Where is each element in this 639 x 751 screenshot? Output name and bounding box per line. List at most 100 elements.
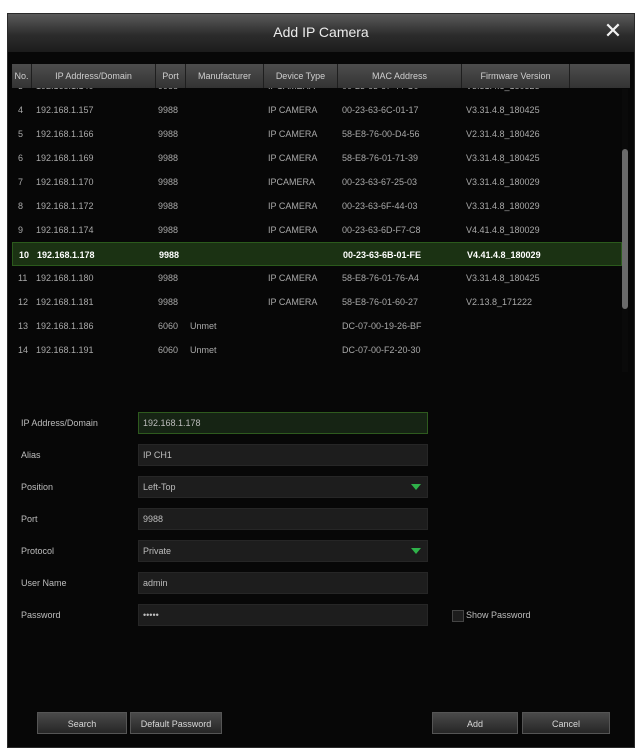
table-cell: Unmet bbox=[190, 321, 217, 331]
table-cell: IPCAMERA bbox=[268, 177, 316, 187]
col-header-spacer bbox=[570, 64, 630, 88]
table-row[interactable]: 4 192.168.1.157 9988 IP CAMERA 00-23-63-6C-0… bbox=[12, 98, 622, 122]
camera-table: No. IP Address/Domain Port Manufacturer … bbox=[12, 64, 630, 376]
table-cell: 6 bbox=[18, 153, 24, 163]
table-cell: 192.168.1.166 bbox=[36, 129, 94, 139]
alias-label: Alias bbox=[21, 450, 41, 460]
col-header-ip[interactable]: IP Address/Domain bbox=[32, 64, 156, 88]
table-cell: DC-07-00-F2-20-30 bbox=[342, 345, 421, 355]
username-label: User Name bbox=[21, 578, 67, 588]
table-cell: 192.168.1.140 bbox=[36, 88, 94, 98]
protocol-select[interactable]: Private bbox=[138, 540, 428, 562]
table-cell: 192.168.1.157 bbox=[36, 105, 94, 115]
table-cell: 3 bbox=[18, 88, 23, 98]
protocol-value: Private bbox=[143, 546, 172, 556]
table-row[interactable]: 5 192.168.1.166 9988 IP CAMERA 58-E8-76-00-D… bbox=[12, 122, 622, 146]
username-field[interactable]: admin bbox=[138, 572, 428, 594]
table-cell: 00-23-63-6B-01-FE bbox=[343, 250, 422, 260]
table-cell: 13 bbox=[18, 321, 29, 331]
col-header-mac[interactable]: MAC Address bbox=[338, 64, 462, 88]
table-body: 3 192.168.1.140 9988 IPCAMERA 00-23-63-67-44… bbox=[12, 88, 630, 376]
col-header-manufacturer[interactable]: Manufacturer bbox=[186, 64, 264, 88]
table-cell: 5 bbox=[18, 129, 24, 139]
table-row[interactable]: 7 192.168.1.170 9988 IPCAMERA 00-23-63-67-25… bbox=[12, 170, 622, 194]
table-cell: V3.31.4.8_180425 bbox=[466, 105, 540, 115]
table-cell: 192.168.1.178 bbox=[37, 250, 95, 260]
table-row[interactable]: 13 192.168.1.186 6060 Unmet DC-07-00-19-26-B… bbox=[12, 314, 622, 338]
chevron-down-icon bbox=[411, 484, 421, 490]
col-header-firmware[interactable]: Firmware Version bbox=[462, 64, 570, 88]
protocol-label: Protocol bbox=[21, 546, 55, 556]
table-cell: 10 bbox=[19, 250, 30, 260]
position-label: Position bbox=[21, 482, 54, 492]
table-cell: 00-23-63-6F-44-03 bbox=[342, 201, 418, 211]
table-row[interactable]: 9 192.168.1.174 9988 IP CAMERA 00-23-63-6D-F… bbox=[12, 218, 622, 242]
table-cell: 4 bbox=[18, 105, 24, 115]
table-cell: IP CAMERA bbox=[268, 225, 318, 235]
table-cell: IPCAMERA bbox=[268, 88, 315, 98]
table-cell: 192.168.1.170 bbox=[36, 177, 94, 187]
table-cell: DC-07-00-19-26-BF bbox=[342, 321, 422, 331]
table-row[interactable]: 8 192.168.1.172 9988 IP CAMERA 00-23-63-6F-4… bbox=[12, 194, 622, 218]
table-cell: 9 bbox=[18, 225, 24, 235]
table-cell: 58-E8-76-01-60-27 bbox=[342, 297, 419, 307]
table-cell: IP CAMERA bbox=[268, 153, 318, 163]
ip-address-field[interactable]: 192.168.1.178 bbox=[138, 412, 428, 434]
table-cell: V2.31.4.8_180426 bbox=[466, 129, 540, 139]
cancel-button[interactable]: Cancel bbox=[522, 712, 610, 734]
table-scrollbar[interactable] bbox=[622, 89, 628, 372]
table-row[interactable]: 6 192.168.1.169 9988 IP CAMERA 58-E8-76-01-7… bbox=[12, 146, 622, 170]
table-cell: 58-E8-76-01-71-39 bbox=[342, 153, 419, 163]
add-ip-camera-dialog: Add IP Camera ✕ No. IP Address/Domain Po… bbox=[7, 13, 635, 748]
port-label: Port bbox=[21, 514, 38, 524]
table-cell: 8 bbox=[18, 201, 24, 211]
table-cell: IP CAMERA bbox=[268, 129, 318, 139]
table-cell: 192.168.1.191 bbox=[36, 345, 94, 355]
table-row[interactable]: 11 192.168.1.180 9988 IP CAMERA 58-E8-76-01-… bbox=[12, 266, 622, 290]
add-button[interactable]: Add bbox=[432, 712, 518, 734]
table-cell: 58-E8-76-01-76-A4 bbox=[342, 273, 420, 283]
ip-label: IP Address/Domain bbox=[21, 418, 98, 428]
table-cell: 9988 bbox=[158, 273, 179, 283]
table-cell: 9988 bbox=[159, 250, 180, 260]
alias-field[interactable]: IP CH1 bbox=[138, 444, 428, 466]
table-cell: 192.168.1.169 bbox=[36, 153, 94, 163]
title-bar: Add IP Camera ✕ bbox=[8, 14, 634, 52]
table-cell: 192.168.1.172 bbox=[36, 201, 94, 211]
table-cell: Unmet bbox=[190, 345, 217, 355]
table-cell: IP CAMERA bbox=[268, 201, 318, 211]
port-field[interactable]: 9988 bbox=[138, 508, 428, 530]
password-label: Password bbox=[21, 610, 61, 620]
table-row[interactable]: 10 192.168.1.178 9988 00-23-63-6B-01-FE V4.4… bbox=[12, 242, 622, 266]
table-row[interactable]: 3 192.168.1.140 9988 IPCAMERA 00-23-63-67-44… bbox=[12, 88, 622, 98]
table-cell: 9988 bbox=[158, 153, 179, 163]
table-row[interactable]: 12 192.168.1.181 9988 IP CAMERA 58-E8-76-01-… bbox=[12, 290, 622, 314]
table-cell: 00-23-63-6D-F7-C8 bbox=[342, 225, 421, 235]
password-field[interactable]: ••••• bbox=[138, 604, 428, 626]
show-password-checkbox[interactable] bbox=[452, 610, 464, 622]
table-cell: V3.31.4.8_180525 bbox=[466, 88, 540, 98]
table-cell: 9988 bbox=[158, 177, 179, 187]
show-password-label[interactable]: Show Password bbox=[466, 610, 531, 620]
table-cell: 00-23-63-6C-01-17 bbox=[342, 105, 419, 115]
table-cell: 192.168.1.180 bbox=[36, 273, 94, 283]
search-button[interactable]: Search bbox=[37, 712, 127, 734]
table-cell: 192.168.1.181 bbox=[36, 297, 94, 307]
table-cell: IP CAMERA bbox=[268, 297, 318, 307]
position-select[interactable]: Left-Top bbox=[138, 476, 428, 498]
default-password-button[interactable]: Default Password bbox=[130, 712, 222, 734]
table-cell: V4.41.4.8_180029 bbox=[467, 250, 541, 260]
table-cell: 9988 bbox=[158, 88, 178, 98]
table-cell: 7 bbox=[18, 177, 24, 187]
scrollbar-thumb[interactable] bbox=[622, 149, 628, 309]
table-cell: 9988 bbox=[158, 129, 179, 139]
table-cell: 00-23-63-67-44-C0 bbox=[342, 88, 419, 98]
col-header-no[interactable]: No. bbox=[12, 64, 32, 88]
table-cell: 9988 bbox=[158, 201, 179, 211]
table-cell: 6060 bbox=[158, 345, 179, 355]
table-cell: 58-E8-76-00-D4-56 bbox=[342, 129, 420, 139]
table-row[interactable]: 14 192.168.1.191 6060 Unmet DC-07-00-F2-20-3… bbox=[12, 338, 622, 362]
close-icon[interactable]: ✕ bbox=[602, 20, 624, 42]
col-header-port[interactable]: Port bbox=[156, 64, 186, 88]
col-header-device-type[interactable]: Device Type bbox=[264, 64, 338, 88]
